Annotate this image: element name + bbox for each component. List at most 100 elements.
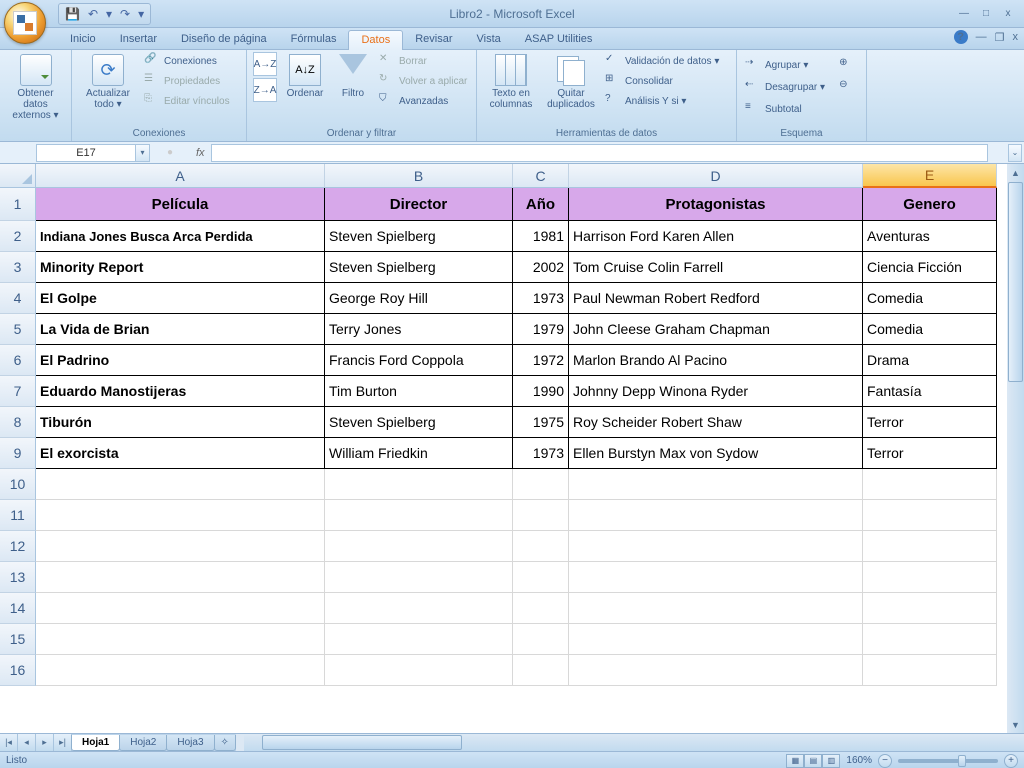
cell-B4[interactable]: George Roy Hill bbox=[325, 283, 513, 314]
cell-A1[interactable]: Película bbox=[36, 188, 325, 221]
row-header-3[interactable]: 3 bbox=[0, 252, 36, 283]
row-header-5[interactable]: 5 bbox=[0, 314, 36, 345]
row-header-8[interactable]: 8 bbox=[0, 407, 36, 438]
cell-A11[interactable] bbox=[36, 500, 325, 531]
cell-A7[interactable]: Eduardo Manostijeras bbox=[36, 376, 325, 407]
column-header-A[interactable]: A bbox=[36, 164, 325, 188]
cell-D8[interactable]: Roy Scheider Robert Shaw bbox=[569, 407, 863, 438]
cell-E2[interactable]: Aventuras bbox=[863, 221, 997, 252]
cell-C14[interactable] bbox=[513, 593, 569, 624]
cell-D4[interactable]: Paul Newman Robert Redford bbox=[569, 283, 863, 314]
undo-icon[interactable]: ↶ bbox=[88, 7, 98, 21]
agrupar-button[interactable]: ⇢Agrupar ▾ bbox=[743, 56, 827, 74]
horizontal-scrollbar[interactable] bbox=[244, 734, 1024, 751]
help-icon[interactable]: ? bbox=[954, 30, 968, 44]
cell-D11[interactable] bbox=[569, 500, 863, 531]
cell-C8[interactable]: 1975 bbox=[513, 407, 569, 438]
cell-B13[interactable] bbox=[325, 562, 513, 593]
cell-A14[interactable] bbox=[36, 593, 325, 624]
fx-icon[interactable]: fx bbox=[196, 147, 205, 159]
sheet-tab-hoja3[interactable]: Hoja3 bbox=[166, 735, 214, 751]
cell-A13[interactable] bbox=[36, 562, 325, 593]
cell-B1[interactable]: Director bbox=[325, 188, 513, 221]
cells-area[interactable]: PelículaDirectorAñoProtagonistasGeneroIn… bbox=[36, 188, 1007, 733]
save-icon[interactable]: 💾 bbox=[65, 7, 80, 21]
zoom-level[interactable]: 160% bbox=[846, 755, 872, 766]
tab-formulas[interactable]: Fórmulas bbox=[279, 30, 349, 49]
cell-A15[interactable] bbox=[36, 624, 325, 655]
scroll-up-button[interactable]: ▲ bbox=[1007, 164, 1024, 181]
scroll-down-button[interactable]: ▼ bbox=[1007, 716, 1024, 733]
cell-B16[interactable] bbox=[325, 655, 513, 686]
cell-C7[interactable]: 1990 bbox=[513, 376, 569, 407]
conexiones-button[interactable]: 🔗Conexiones bbox=[142, 52, 232, 70]
actualizar-todo-button[interactable]: ⟳ Actualizar todo ▾ bbox=[78, 52, 138, 112]
borrar-filtro-button[interactable]: ✕Borrar bbox=[377, 52, 469, 70]
tab-diseno[interactable]: Diseño de página bbox=[169, 30, 279, 49]
cell-E11[interactable] bbox=[863, 500, 997, 531]
validacion-datos-button[interactable]: ✓Validación de datos ▾ bbox=[603, 52, 721, 70]
subtotal-button[interactable]: ≡Subtotal bbox=[743, 100, 827, 118]
column-header-B[interactable]: B bbox=[325, 164, 513, 188]
normal-view-button[interactable]: ▦ bbox=[786, 754, 804, 768]
cell-D5[interactable]: John Cleese Graham Chapman bbox=[569, 314, 863, 345]
cell-D1[interactable]: Protagonistas bbox=[569, 188, 863, 221]
cell-C10[interactable] bbox=[513, 469, 569, 500]
vertical-scrollbar[interactable]: ▲ ▼ bbox=[1007, 164, 1024, 733]
column-header-E[interactable]: E bbox=[863, 164, 997, 188]
cell-A5[interactable]: La Vida de Brian bbox=[36, 314, 325, 345]
cell-D14[interactable] bbox=[569, 593, 863, 624]
cell-D3[interactable]: Tom Cruise Colin Farrell bbox=[569, 252, 863, 283]
page-layout-view-button[interactable]: ▤ bbox=[804, 754, 822, 768]
cell-D2[interactable]: Harrison Ford Karen Allen bbox=[569, 221, 863, 252]
page-break-view-button[interactable]: ▥ bbox=[822, 754, 840, 768]
zoom-handle[interactable] bbox=[958, 755, 966, 767]
cell-E8[interactable]: Terror bbox=[863, 407, 997, 438]
cell-E15[interactable] bbox=[863, 624, 997, 655]
consolidar-button[interactable]: ⊞Consolidar bbox=[603, 72, 721, 90]
row-header-1[interactable]: 1 bbox=[0, 188, 36, 221]
cell-C16[interactable] bbox=[513, 655, 569, 686]
undo-dropdown-icon[interactable]: ▾ bbox=[106, 7, 112, 21]
qat-customize-icon[interactable]: ▾ bbox=[138, 7, 144, 21]
new-sheet-button[interactable]: ✧ bbox=[214, 735, 236, 751]
cell-D10[interactable] bbox=[569, 469, 863, 500]
volver-aplicar-button[interactable]: ↻Volver a aplicar bbox=[377, 72, 469, 90]
row-header-6[interactable]: 6 bbox=[0, 345, 36, 376]
cell-C1[interactable]: Año bbox=[513, 188, 569, 221]
minimize-button[interactable]: — bbox=[954, 7, 974, 21]
cell-B15[interactable] bbox=[325, 624, 513, 655]
name-box[interactable]: E17 bbox=[36, 144, 136, 162]
filtro-button[interactable]: Filtro bbox=[333, 52, 373, 101]
cell-A16[interactable] bbox=[36, 655, 325, 686]
zoom-in-button[interactable]: + bbox=[1004, 754, 1018, 768]
cell-A4[interactable]: El Golpe bbox=[36, 283, 325, 314]
cell-B12[interactable] bbox=[325, 531, 513, 562]
ordenar-button[interactable]: A↓Z Ordenar bbox=[281, 52, 329, 101]
cell-B7[interactable]: Tim Burton bbox=[325, 376, 513, 407]
cell-C2[interactable]: 1981 bbox=[513, 221, 569, 252]
cell-E5[interactable]: Comedia bbox=[863, 314, 997, 345]
column-header-D[interactable]: D bbox=[569, 164, 863, 188]
cell-D6[interactable]: Marlon Brando Al Pacino bbox=[569, 345, 863, 376]
zoom-slider[interactable] bbox=[898, 759, 998, 763]
cell-D16[interactable] bbox=[569, 655, 863, 686]
doc-close-button[interactable]: x bbox=[1013, 31, 1019, 43]
sort-az-button[interactable]: A→Z bbox=[253, 52, 277, 76]
scroll-thumb[interactable] bbox=[1008, 182, 1023, 382]
next-sheet-button[interactable]: ▸ bbox=[36, 734, 54, 751]
obtener-datos-externos-button[interactable]: Obtener datos externos ▾ bbox=[6, 52, 65, 123]
cell-C12[interactable] bbox=[513, 531, 569, 562]
hscroll-thumb[interactable] bbox=[262, 735, 462, 750]
cell-E6[interactable]: Drama bbox=[863, 345, 997, 376]
cell-D7[interactable]: Johnny Depp Winona Ryder bbox=[569, 376, 863, 407]
cell-B14[interactable] bbox=[325, 593, 513, 624]
tab-asap[interactable]: ASAP Utilities bbox=[513, 30, 605, 49]
row-header-7[interactable]: 7 bbox=[0, 376, 36, 407]
cell-A2[interactable]: Indiana Jones Busca Arca Perdida bbox=[36, 221, 325, 252]
sheet-tab-hoja2[interactable]: Hoja2 bbox=[119, 735, 167, 751]
cell-C4[interactable]: 1973 bbox=[513, 283, 569, 314]
row-header-10[interactable]: 10 bbox=[0, 469, 36, 500]
desagrupar-button[interactable]: ⇠Desagrupar ▾ bbox=[743, 78, 827, 96]
row-header-15[interactable]: 15 bbox=[0, 624, 36, 655]
